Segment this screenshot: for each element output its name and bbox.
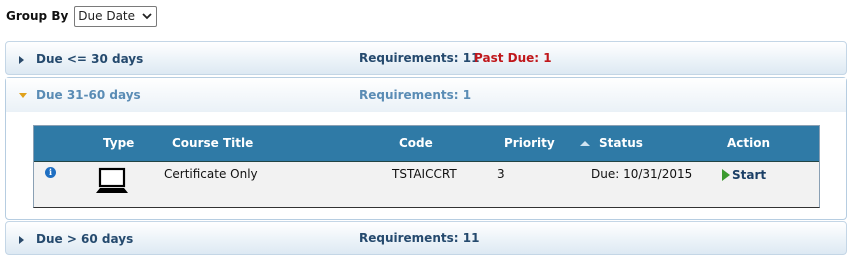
chevron-down-icon xyxy=(142,13,152,20)
column-header-status[interactable]: Status xyxy=(580,136,643,150)
group-by-select[interactable]: Due Date xyxy=(74,5,158,27)
table-header: Type Course Title Code Priority Status A… xyxy=(34,126,819,162)
group-by-label: Group By xyxy=(6,9,69,23)
panel-header-due-60-plus[interactable]: Due > 60 days Requirements: 11 xyxy=(6,222,846,256)
requirements-count: Requirements: 11 xyxy=(359,231,480,245)
column-header-code[interactable]: Code xyxy=(399,136,433,150)
collapse-arrow-icon[interactable] xyxy=(19,93,27,98)
group-by-selected-value: Due Date xyxy=(78,9,136,23)
play-icon xyxy=(722,169,730,181)
group-panel-due-31-60: Due 31-60 days Requirements: 1 Type Cour… xyxy=(5,77,847,220)
requirements-count: Requirements: 11 xyxy=(359,51,480,65)
info-icon[interactable]: i xyxy=(45,167,56,178)
expand-arrow-icon[interactable] xyxy=(19,56,24,64)
panel-header-due-30[interactable]: Due <= 30 days Requirements: 11 Past Due… xyxy=(6,42,846,76)
column-header-type[interactable]: Type xyxy=(103,136,134,150)
panel-header-due-31-60[interactable]: Due 31-60 days Requirements: 1 xyxy=(6,78,846,112)
requirements-count: Requirements: 1 xyxy=(359,88,472,102)
code-cell: TSTAICCRT xyxy=(392,167,457,181)
column-header-priority[interactable]: Priority xyxy=(504,136,555,150)
status-cell: Due: 10/31/2015 xyxy=(591,167,693,181)
start-button[interactable]: Start xyxy=(722,168,766,182)
column-header-action[interactable]: Action xyxy=(727,136,770,150)
start-label: Start xyxy=(732,168,767,182)
group-panel-due-60-plus: Due > 60 days Requirements: 11 xyxy=(5,221,847,255)
table-row: i Certificate Only TSTAICCRT 3 Due: 10/3… xyxy=(34,162,819,208)
panel-title: Due > 60 days xyxy=(36,232,134,246)
group-panel-due-30: Due <= 30 days Requirements: 11 Past Due… xyxy=(5,41,847,75)
group-by-control: Group By Due Date xyxy=(6,5,158,27)
expand-arrow-icon[interactable] xyxy=(19,236,24,244)
past-due-count: Past Due: 1 xyxy=(474,51,552,65)
priority-cell: 3 xyxy=(497,167,505,181)
column-header-course-title[interactable]: Course Title xyxy=(172,136,253,150)
requirements-table: Type Course Title Code Priority Status A… xyxy=(33,125,820,208)
panel-title: Due 31-60 days xyxy=(36,88,141,102)
course-title-cell: Certificate Only xyxy=(164,167,258,181)
laptop-icon xyxy=(96,167,128,193)
panel-title: Due <= 30 days xyxy=(36,52,144,66)
